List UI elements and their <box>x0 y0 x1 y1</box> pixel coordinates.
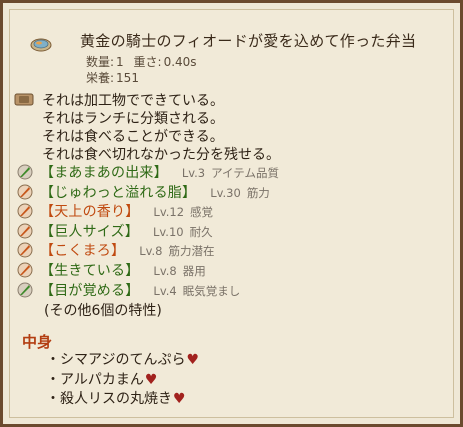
heart-icon: ♥ <box>186 352 200 368</box>
item-name: 黄金の騎士のフィオードが愛を込めて作った弁当 <box>80 32 417 50</box>
trait-name: 【じゅわっと溢れる脂】 <box>40 184 197 201</box>
weight-value: 0.40s <box>163 55 197 69</box>
trait-level: Lv.8 <box>153 263 177 278</box>
nutrition-label: 栄養: <box>86 71 115 85</box>
content-item: ・殺人リスの丸焼き♥ <box>46 391 186 407</box>
trait-level: Lv.12 <box>153 205 185 220</box>
contents-heading: 中身 <box>22 333 53 351</box>
heart-icon: ♥ <box>173 391 186 407</box>
content-item: ・アルパカまん♥ <box>46 371 158 388</box>
trait-level: Lv.10 <box>152 224 184 239</box>
item-stats: 数量: 1 重さ: 0.40s 栄養: 151 <box>86 54 203 86</box>
quill-icon <box>17 184 33 200</box>
fact-line: それは食べることができる。 <box>42 129 224 145</box>
trait-row: 【生きている】 Lv.8 器用 <box>16 262 279 282</box>
trait-name: 【まあまあの出来】 <box>40 165 168 181</box>
trait-row: 【目が覚める】 Lv.4 眠気覚まし <box>16 282 279 302</box>
trait-name: 【天上の香り】 <box>40 204 140 221</box>
nutrition-value: 151 <box>116 71 139 85</box>
trait-effect: 筋力 <box>246 185 270 200</box>
trait-level: Lv.30 <box>210 185 241 200</box>
trait-name: 【巨人サイズ】 <box>40 223 139 240</box>
trait-row: 【巨人サイズ】 Lv.10 耐久 <box>16 223 279 243</box>
trait-effect: 感覚 <box>190 205 214 220</box>
contents-list: ・シマアジのてんぷら♥ ・アルパカまん♥ ・殺人リスの丸焼き♥ <box>46 351 199 410</box>
quantity-label: 数量: <box>86 55 115 69</box>
quill-icon <box>17 164 33 180</box>
trait-row: 【まあまあの出来】 Lv.3 アイテム品質 <box>16 164 279 184</box>
quill-icon <box>17 262 33 278</box>
stats-row-1: 数量: 1 重さ: 0.40s <box>86 54 203 70</box>
content-item: ・シマアジのてんぷら♥ <box>46 352 200 368</box>
trait-list: 【まあまあの出来】 Lv.3 アイテム品質 【じゅわっと溢れる脂】 Lv.30 筋力 【… <box>16 164 279 321</box>
heart-icon: ♥ <box>144 371 158 388</box>
bento-plate-icon <box>30 38 52 52</box>
fact-line: それはランチに分類される。 <box>42 111 224 127</box>
trait-effect: 器用 <box>182 263 206 278</box>
trait-effect: 耐久 <box>189 224 213 239</box>
trait-row: 【天上の香り】 Lv.12 感覚 <box>16 203 279 223</box>
trait-row: 【こくまろ】 Lv.8 筋力潜在 <box>16 242 279 262</box>
item-facts: それは加工物でできている。 それはランチに分類される。 それは食べることができる… <box>14 92 280 164</box>
trait-level: Lv.4 <box>153 283 177 298</box>
trait-name: 【生きている】 <box>40 262 140 279</box>
fact-line: それは加工物でできている。 <box>14 92 280 110</box>
trait-name: 【目が覚める】 <box>40 282 140 299</box>
trait-effect: 筋力潜在 <box>168 244 215 259</box>
trait-effect: 眠気覚まし <box>182 283 241 298</box>
fact-line: それは食べ切れなかった分を残せる。 <box>42 147 280 163</box>
quantity-value: 1 <box>116 55 124 69</box>
trait-name: 【こくまろ】 <box>40 243 126 260</box>
trait-level: Lv.8 <box>139 244 163 259</box>
quill-icon <box>17 242 33 258</box>
crate-icon <box>14 93 34 106</box>
weight-label: 重さ: <box>133 55 162 69</box>
quill-icon <box>17 223 33 239</box>
other-traits-count: (その他6個の特性) <box>44 303 162 320</box>
stats-row-2: 栄養: 151 <box>86 70 203 86</box>
trait-level: Lv.3 <box>181 166 206 180</box>
trait-row: 【じゅわっと溢れる脂】 Lv.30 筋力 <box>16 184 279 204</box>
trait-effect: アイテム品質 <box>211 166 279 180</box>
quill-icon <box>17 282 33 298</box>
quill-icon <box>17 203 33 219</box>
